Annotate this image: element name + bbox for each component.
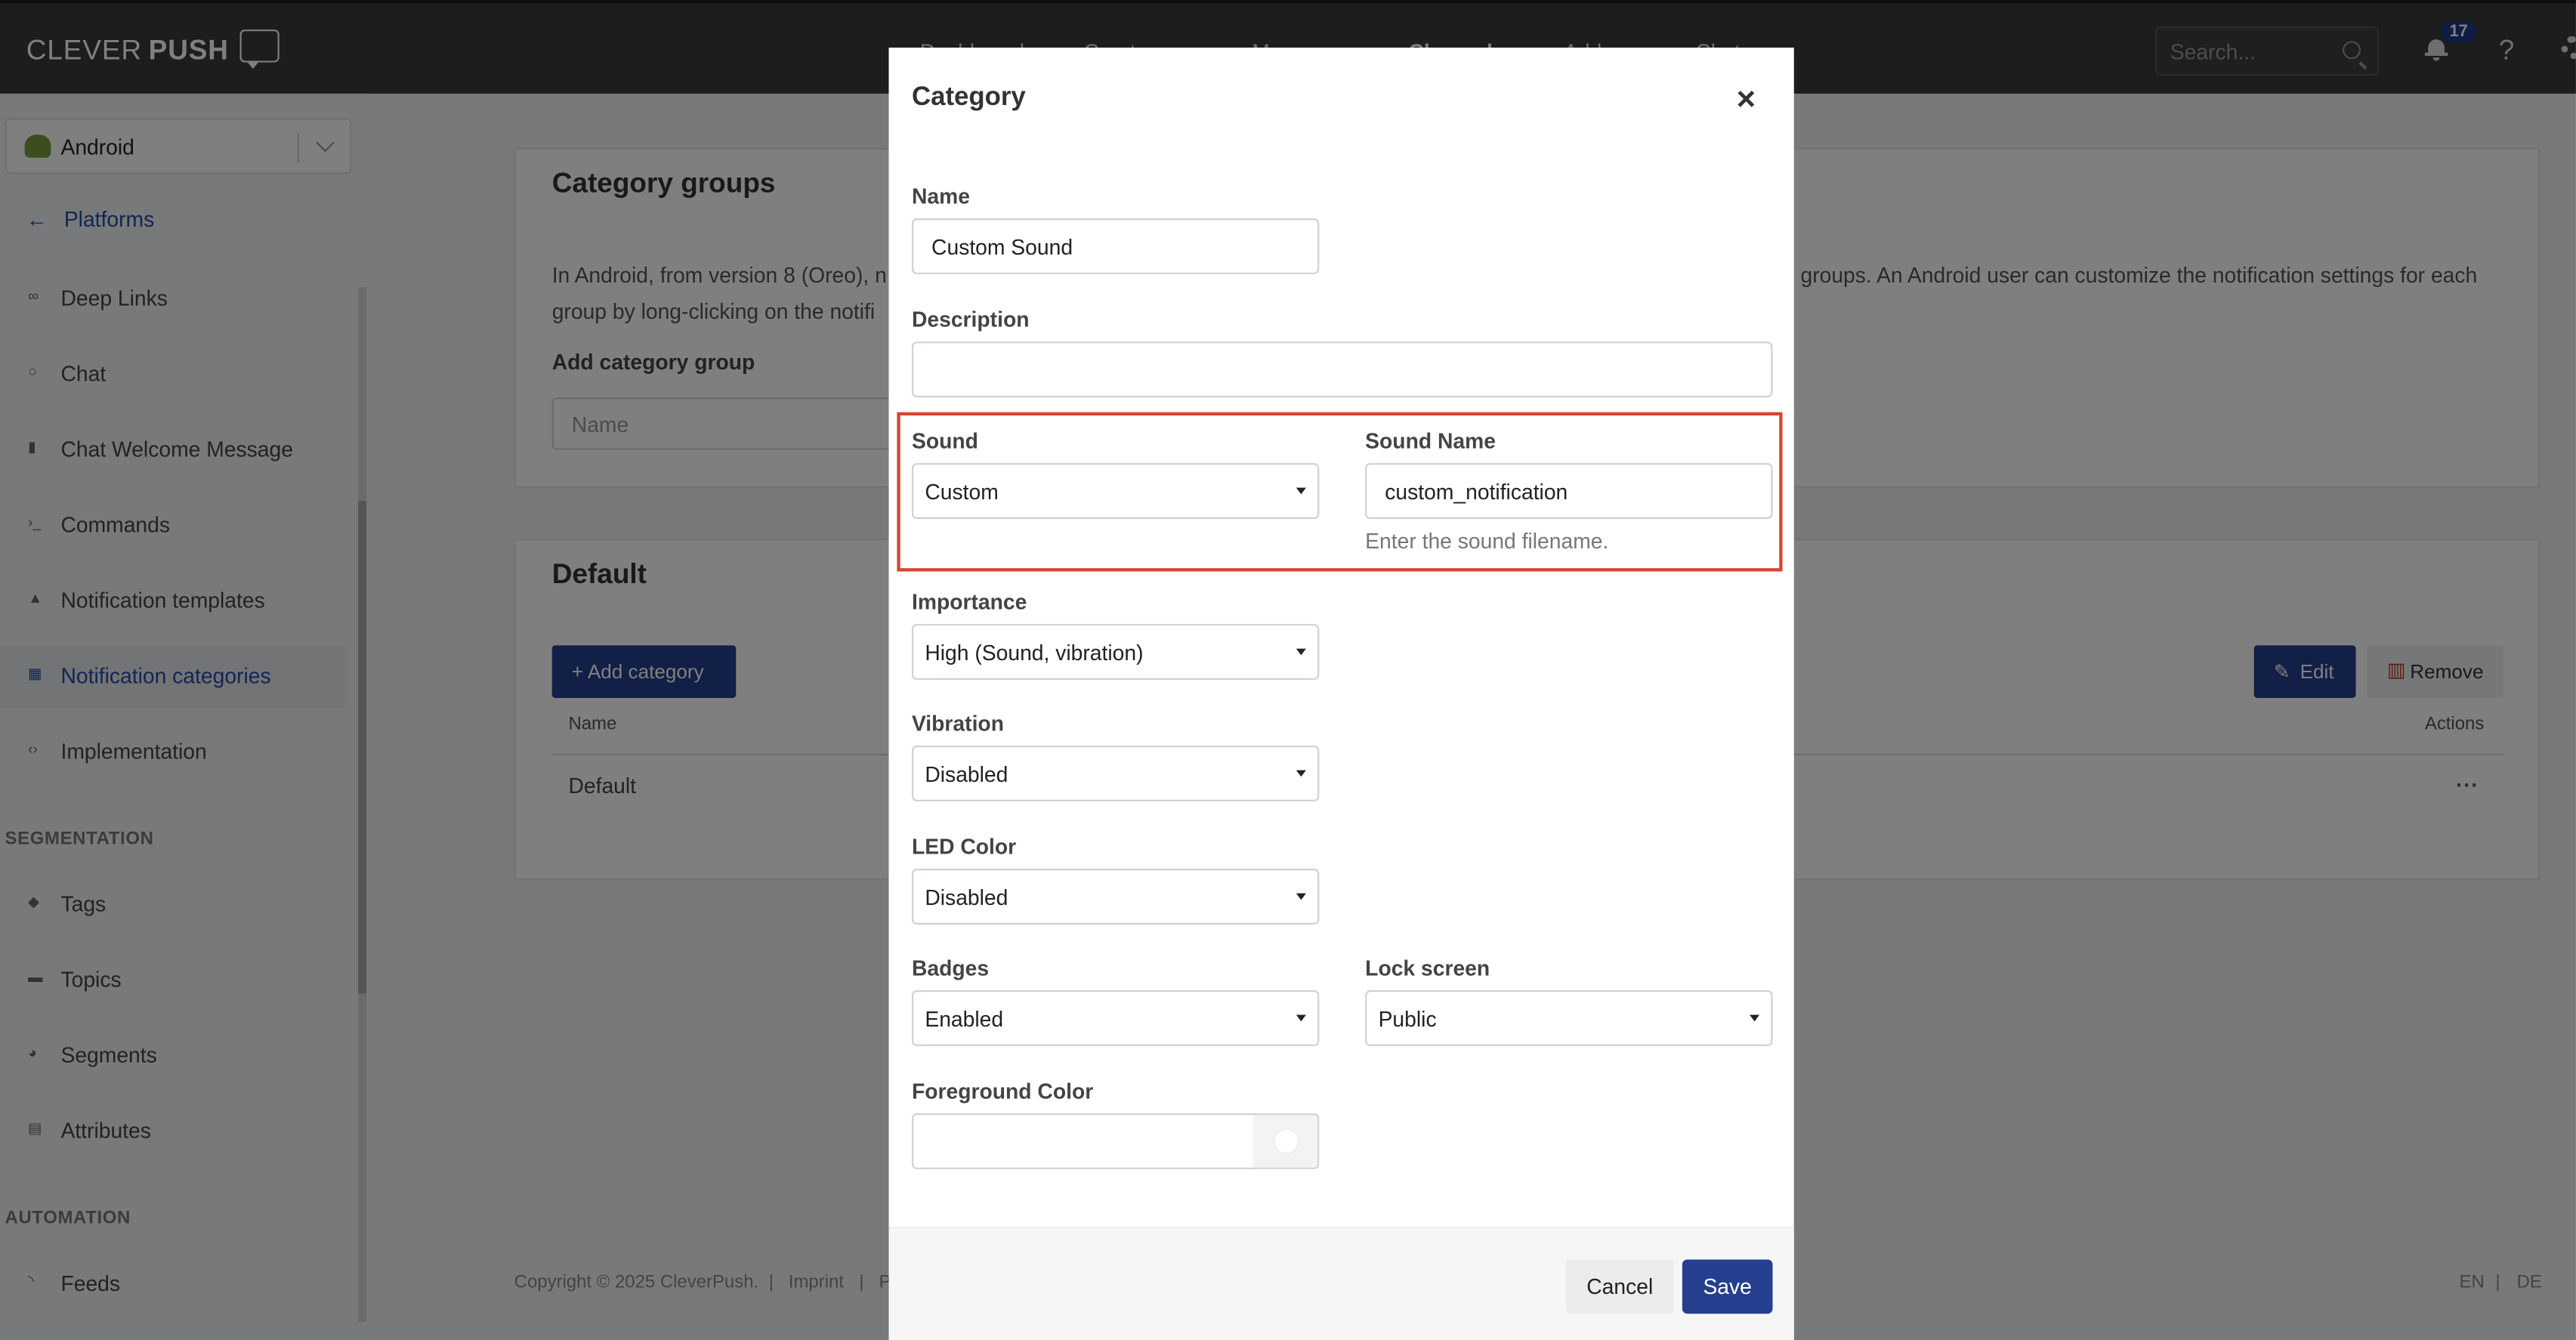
badges-select[interactable]: Enabled <box>911 990 1320 1046</box>
sound-select[interactable]: Custom <box>911 463 1320 519</box>
modal-footer: Cancel Save <box>888 1226 1794 1340</box>
foreground-color-label: Foreground Color <box>911 1079 1094 1104</box>
save-button[interactable]: Save <box>1682 1259 1773 1314</box>
description-field[interactable] <box>911 341 1773 398</box>
close-icon[interactable]: × <box>1737 84 1756 116</box>
name-field-value: Custom Sound <box>931 234 1073 260</box>
badges-select-value: Enabled <box>925 1006 1004 1032</box>
importance-select[interactable]: High (Sound, vibration) <box>911 624 1320 681</box>
caret-down-icon <box>1296 1014 1306 1022</box>
sound-name-field-value: custom_notification <box>1385 479 1568 505</box>
modal-title: Category <box>911 83 1026 112</box>
led-color-label: LED Color <box>911 834 1017 860</box>
color-swatch-icon <box>1274 1129 1299 1153</box>
led-color-select[interactable]: Disabled <box>911 869 1320 925</box>
sound-select-value: Custom <box>925 479 999 505</box>
caret-down-icon <box>1296 770 1306 777</box>
sound-name-help: Enter the sound filename. <box>1365 529 1609 554</box>
vibration-label: Vibration <box>911 711 1004 736</box>
foreground-color-field[interactable] <box>911 1113 1256 1169</box>
importance-label: Importance <box>911 589 1027 615</box>
vibration-select[interactable]: Disabled <box>911 745 1320 801</box>
lock-screen-label: Lock screen <box>1365 956 1490 980</box>
importance-select-value: High (Sound, vibration) <box>925 640 1144 665</box>
caret-down-icon <box>1296 648 1306 656</box>
cancel-label: Cancel <box>1586 1274 1654 1299</box>
led-color-select-value: Disabled <box>925 885 1008 910</box>
badges-label: Badges <box>911 956 990 980</box>
app-root: CLEVERPUSH Dashboard Create new Messages… <box>0 0 2576 1340</box>
name-label: Name <box>911 184 970 209</box>
color-picker-button[interactable] <box>1253 1113 1320 1169</box>
sound-label: Sound <box>911 428 978 454</box>
description-label: Description <box>911 307 1030 332</box>
lock-screen-select[interactable]: Public <box>1365 990 1773 1046</box>
sound-name-field[interactable]: custom_notification <box>1365 463 1773 519</box>
sound-name-label: Sound Name <box>1365 428 1496 454</box>
name-field[interactable]: Custom Sound <box>911 218 1320 275</box>
vibration-select-value: Disabled <box>925 761 1008 787</box>
caret-down-icon <box>1296 893 1306 900</box>
caret-down-icon <box>1750 1014 1760 1022</box>
caret-down-icon <box>1296 487 1306 495</box>
cancel-button[interactable]: Cancel <box>1565 1259 1675 1314</box>
category-modal: Category × Name Custom Sound Description… <box>888 48 1794 1340</box>
lock-screen-select-value: Public <box>1378 1006 1437 1032</box>
save-label: Save <box>1703 1274 1752 1299</box>
